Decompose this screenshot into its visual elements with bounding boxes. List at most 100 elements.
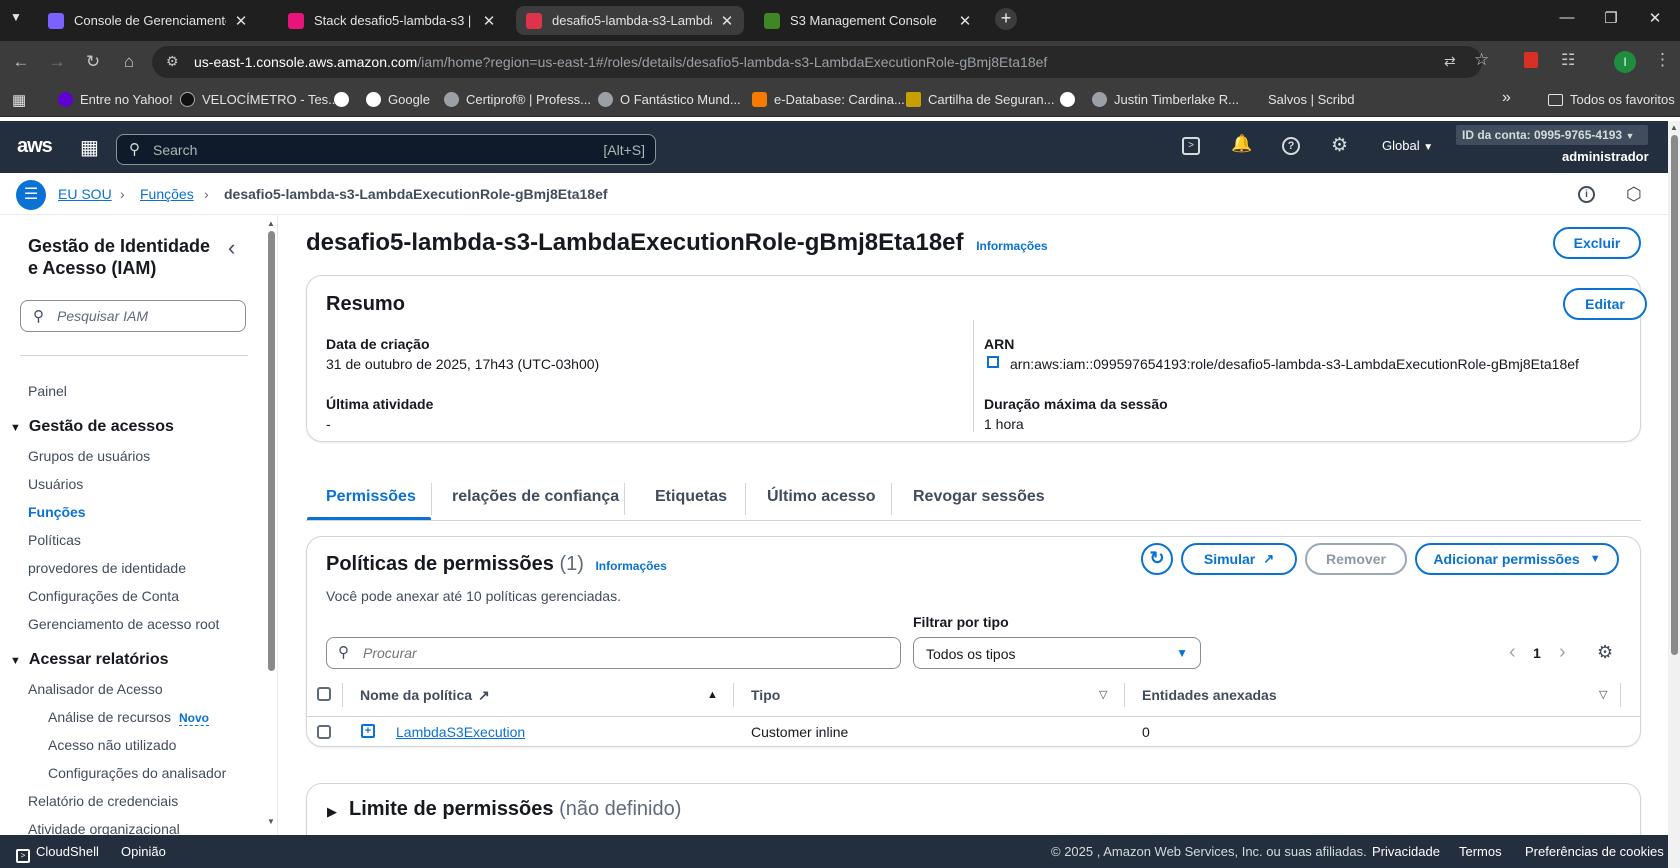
scrollbar-thumb[interactable] [1671,135,1678,655]
scroll-up-icon[interactable]: ▲ [267,219,275,228]
pdf-extension-icon[interactable] [1524,52,1538,68]
sidebar-item-policies[interactable]: Políticas [28,532,81,548]
restore-icon[interactable]: ❐ [1596,9,1626,27]
browser-tab-active[interactable]: desafio5-lambda-s3-LambdaExecutionRole ✕ [516,6,744,35]
aws-search-input[interactable]: ⚲ Search [Alt+S] [116,134,656,165]
new-tab-button[interactable]: + [995,8,1017,30]
policy-search-input[interactable] [326,637,901,669]
add-permissions-button[interactable]: Adicionar permissões ▼ [1415,543,1619,575]
bookmark-item[interactable]: Cartilha de Seguran... [906,92,1054,107]
bookmark-item[interactable] [1060,92,1082,107]
sort-ascending-icon[interactable]: ▲ [707,689,718,701]
address-bar[interactable]: ⚙ us-east-1.console.aws.amazon.com/iam/h… [152,46,1482,78]
close-tab-icon[interactable]: ✕ [958,12,972,30]
sidebar-item-user-groups[interactable]: Grupos de usuários [28,448,150,464]
cloudshell-button[interactable]: > CloudShell [16,844,99,863]
bookmark-item[interactable]: Google [366,92,430,107]
sidebar-section-access-reports[interactable]: ▼ Acessar relatórios [10,651,169,669]
close-tab-icon[interactable]: ✕ [720,12,734,30]
permissions-boundary-panel[interactable]: ▶ Limite de permissões (não definido) [306,783,1641,835]
table-settings-gear-icon[interactable]: ⚙ [1597,642,1613,663]
reload-icon[interactable]: ↻ [82,51,104,73]
sidebar-item-unused-access[interactable]: Acesso não utilizado [48,737,176,753]
copy-icon[interactable] [987,356,999,368]
page-scrollbar[interactable]: ▲ [1668,121,1680,868]
tab-trust-relationships[interactable]: relações de confiança [452,488,619,506]
settings-gear-icon[interactable]: ⚙ [1331,134,1348,157]
column-header-attached-entities[interactable]: Entidades anexadas [1142,687,1277,703]
sidebar-item-users[interactable]: Usuários [28,476,83,492]
minimize-icon[interactable]: — [1552,9,1582,26]
expand-caret-icon[interactable]: ▶ [327,804,337,820]
expand-icon[interactable]: + [361,724,375,738]
next-page-icon[interactable]: › [1559,641,1566,664]
bookmark-item[interactable] [334,92,356,107]
tab-tags[interactable]: Etiquetas [655,488,727,506]
region-selector[interactable]: Global ▼ [1382,138,1433,153]
bookmark-item[interactable]: Certiprof® | Profess... [444,92,591,107]
sidebar-item-credential-report[interactable]: Relatório de credenciais [28,793,178,809]
select-all-checkbox[interactable] [317,687,331,701]
iam-search-input[interactable]: ⚲ Pesquisar IAM [20,300,246,332]
help-icon[interactable]: ? [1282,137,1300,155]
delete-button[interactable]: Excluir [1553,227,1641,259]
sidebar-item-identity-providers[interactable]: provedores de identidade [28,560,186,576]
more-bookmarks-button[interactable]: » [1502,89,1511,107]
bookmark-item[interactable]: Salvos | Scribd [1246,92,1354,107]
translate-icon[interactable]: ⇄ [1444,53,1456,70]
column-header-policy-name[interactable]: Nome da política ↗ [360,687,490,704]
remove-button[interactable]: Remover [1305,543,1407,575]
sidebar-item-org-activity[interactable]: Atividade organizacional [28,821,180,835]
privacy-link[interactable]: Privacidade [1372,844,1440,859]
sidebar-item-analyzer-settings[interactable]: Configurações do analisador [48,765,226,781]
info-link[interactable]: Informações [976,239,1047,253]
home-icon[interactable]: ⌂ [118,51,140,73]
sidebar-scrollbar[interactable]: ▲ ▼ [266,219,276,829]
info-link[interactable]: Informações [595,559,666,573]
sidebar-item-roles[interactable]: Funções [28,504,86,520]
column-header-type[interactable]: Tipo [751,687,780,703]
aws-logo[interactable]: aws [17,135,53,158]
sort-icon[interactable]: ▽ [1099,688,1107,701]
sidebar-section-access-management[interactable]: ▼ Gestão de acessos [10,418,174,436]
policy-name-link[interactable]: LambdaS3Execution [396,724,525,740]
scroll-down-icon[interactable]: ▼ [267,817,275,826]
info-panel-icon[interactable]: i [1578,186,1595,203]
services-grid-icon[interactable]: ▦ [80,135,99,160]
browser-tab[interactable]: Console de Gerenciamento da AWS ✕ [38,6,258,35]
browser-tab[interactable]: Stack desafio5-lambda-s3 | CloudFormatio… [278,6,506,35]
bookmark-item[interactable]: e-Database: Cardina... [752,92,905,107]
close-window-icon[interactable]: ✕ [1640,9,1670,27]
apps-grid-icon[interactable]: ▦ [12,91,26,109]
sidebar-item-root-access[interactable]: Gerenciamento de acesso root [28,616,219,632]
user-menu[interactable]: administrador [1562,149,1649,164]
simulate-button[interactable]: Simular ↗ [1181,543,1297,575]
sidebar-item-access-analyzer[interactable]: Analisador de Acesso [28,681,163,697]
close-tab-icon[interactable]: ✕ [234,12,248,30]
edit-button[interactable]: Editar [1563,288,1647,320]
browser-tab[interactable]: S3 Management Console ✕ [754,6,982,35]
prev-page-icon[interactable]: ‹ [1509,641,1516,664]
collapse-sidebar-icon[interactable]: ‹ [228,235,235,261]
menu-toggle-icon[interactable]: ☰ [16,180,46,210]
close-tab-icon[interactable]: ✕ [482,12,496,30]
bookmark-item[interactable]: O Fantástico Mund... [598,92,741,107]
back-icon[interactable]: ← [10,51,32,73]
bookmark-item[interactable]: Entre no Yahoo! [58,92,173,107]
sort-icon[interactable]: ▽ [1599,688,1607,701]
forward-icon[interactable]: → [46,51,68,73]
terms-link[interactable]: Termos [1459,844,1502,859]
profile-avatar[interactable]: I [1614,51,1636,73]
scrollbar-thumb[interactable] [268,231,275,671]
shortcuts-hexagon-icon[interactable]: ⬡ [1626,184,1642,205]
site-settings-icon[interactable]: ⚙ [166,53,179,70]
tab-last-accessed[interactable]: Último acesso [767,488,875,506]
row-checkbox[interactable] [317,725,331,739]
sidebar-item-resource-analysis[interactable]: Análise de recursos Novo [48,709,209,726]
tab-revoke-sessions[interactable]: Revogar sessões [913,488,1045,506]
breadcrumb-roles[interactable]: Funções [140,186,194,202]
tab-permissions[interactable]: Permissões [326,488,416,506]
breadcrumb-iam[interactable]: EU SOU [58,186,112,202]
account-id-menu[interactable]: ID da conta: 0995-9765-4193 ▼ [1456,125,1648,145]
feedback-link[interactable]: Opinião [121,844,166,859]
